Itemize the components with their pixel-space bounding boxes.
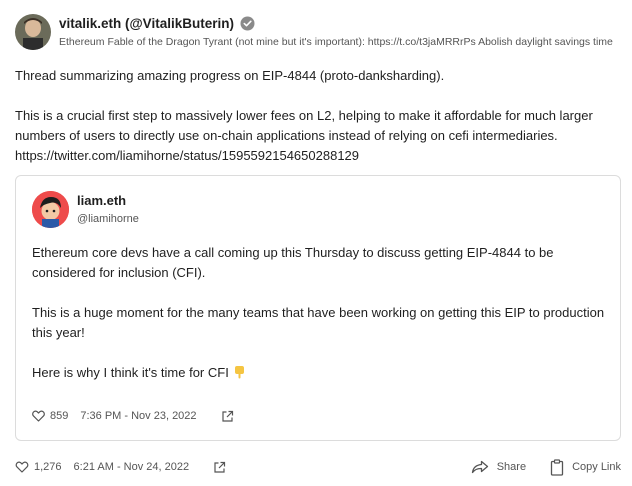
quoted-tweet-body: Ethereum core devs have a call coming up… xyxy=(32,243,607,385)
share-label: Share xyxy=(496,461,527,473)
tweet-header: vitalik.eth (@VitalikButerin) Ethereum F… xyxy=(15,14,621,50)
quoted-paragraph: This is a huge moment for the many teams… xyxy=(32,305,605,340)
clipboard-icon xyxy=(550,458,564,476)
copy-link-label: Copy Link xyxy=(572,461,621,473)
quoted-author-avatar[interactable] xyxy=(32,191,69,228)
tweet-paragraph: This is a crucial first step to massivel… xyxy=(15,108,593,163)
heart-icon[interactable] xyxy=(15,461,29,473)
quoted-like-count: 859 xyxy=(50,410,69,422)
author-name-line[interactable]: vitalik.eth (@VitalikButerin) xyxy=(59,16,255,31)
author-avatar[interactable] xyxy=(15,14,51,50)
tweet-actions: Share Copy Link xyxy=(471,458,621,476)
share-button[interactable]: Share xyxy=(471,460,526,474)
quoted-tweet-footer: 859 7:36 PM - Nov 23, 2022 xyxy=(32,408,234,424)
external-link-icon[interactable] xyxy=(221,410,234,423)
tweet-timestamp[interactable]: 6:21 AM - Nov 24, 2022 xyxy=(74,461,190,473)
quoted-timestamp[interactable]: 7:36 PM - Nov 23, 2022 xyxy=(80,410,196,422)
tweet-body: Thread summarizing amazing progress on E… xyxy=(15,66,621,166)
tweet-paragraph: Thread summarizing amazing progress on E… xyxy=(15,68,445,83)
quoted-author-handle[interactable]: @liamihorne xyxy=(77,213,139,225)
tweet-footer: 1,276 6:21 AM - Nov 24, 2022 Share Copy … xyxy=(15,458,621,476)
external-link-icon[interactable] xyxy=(213,461,226,474)
quoted-paragraph: Ethereum core devs have a call coming up… xyxy=(32,245,554,280)
quoted-author-name[interactable]: liam.eth xyxy=(77,193,126,208)
tweet-meta: 1,276 6:21 AM - Nov 24, 2022 xyxy=(15,458,226,476)
author-name[interactable]: vitalik.eth (@VitalikButerin) xyxy=(59,16,234,31)
author-bio: Ethereum Fable of the Dragon Tyrant (not… xyxy=(59,36,613,48)
verified-badge-icon xyxy=(240,16,255,31)
heart-icon[interactable] xyxy=(32,410,45,422)
copy-link-button[interactable]: Copy Link xyxy=(550,458,621,476)
pointing-down-emoji xyxy=(233,365,246,385)
share-arrow-icon xyxy=(471,460,489,474)
quoted-paragraph-text: Here is why I think it's time for CFI xyxy=(32,365,229,380)
like-count: 1,276 xyxy=(34,461,62,473)
quoted-paragraph: Here is why I think it's time for CFI xyxy=(32,363,607,385)
quoted-tweet-card[interactable]: liam.eth @liamihorne Ethereum core devs … xyxy=(15,175,621,441)
